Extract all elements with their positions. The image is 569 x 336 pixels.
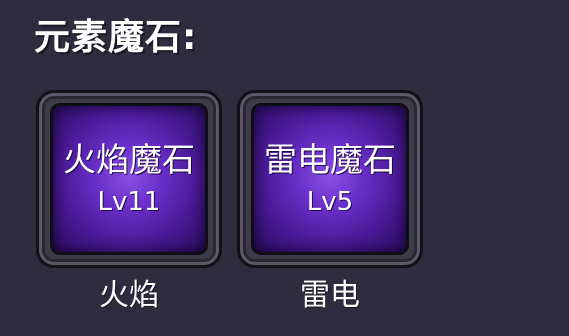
fire-stone-slot[interactable]: 火焰魔石 Lv11 (36, 90, 222, 268)
element-stones-panel: 元素魔石: 火焰魔石 Lv11 火焰 雷电魔石 Lv5 雷电 (0, 0, 569, 336)
fire-stone-level: Lv11 (97, 187, 161, 217)
thunder-stone-slot[interactable]: 雷电魔石 Lv5 (237, 90, 423, 268)
thunder-stone-name: 雷电魔石 (264, 140, 396, 179)
fire-stone-caption: 火焰 (99, 278, 159, 313)
thunder-stone-caption: 雷电 (300, 278, 360, 313)
thunder-stone-tile: 雷电魔石 Lv5 (251, 103, 409, 255)
section-title: 元素魔石: (34, 17, 198, 58)
fire-stone-tile: 火焰魔石 Lv11 (50, 103, 208, 255)
thunder-stone-level: Lv5 (306, 187, 354, 217)
fire-stone-name: 火焰魔石 (63, 140, 195, 179)
